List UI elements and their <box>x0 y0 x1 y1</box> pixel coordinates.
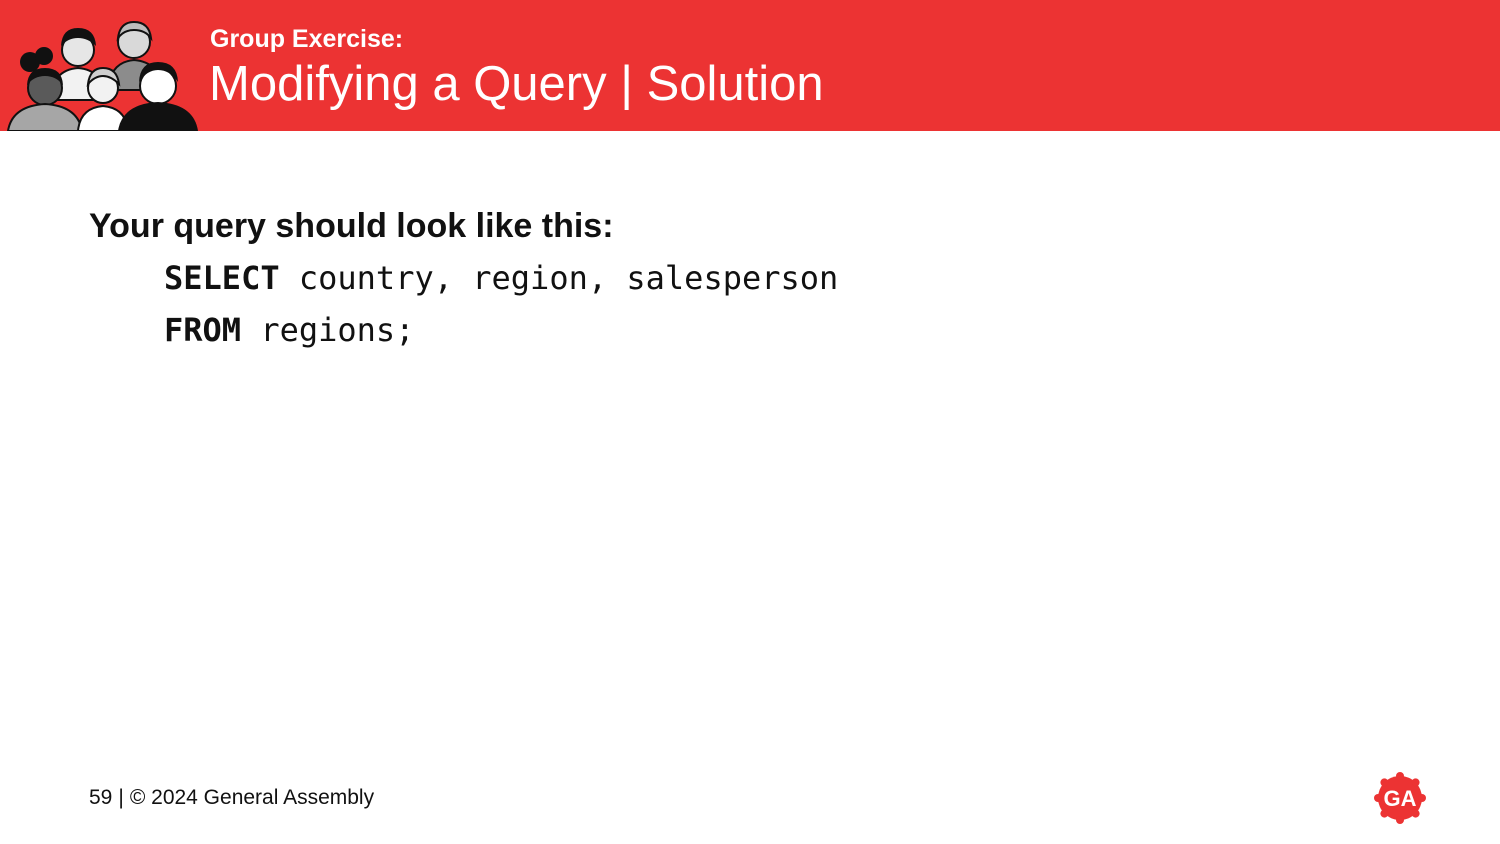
footer-separator: | <box>118 786 124 809</box>
code-text: regions; <box>241 311 415 349</box>
code-line-select: SELECT country, region, salesperson <box>164 258 838 298</box>
page-number: 59 <box>89 786 113 809</box>
intro-text: Your query should look like this: <box>89 207 614 245</box>
footer: 59 | © 2024 General Assembly <box>89 784 374 812</box>
code-line-from: FROM regions; <box>164 310 414 350</box>
general-assembly-logo-icon: GA <box>1374 772 1426 824</box>
slide: Group Exercise: Modifying a Query | Solu… <box>0 0 1500 844</box>
code-keyword: SELECT <box>164 259 280 297</box>
slide-title: Modifying a Query | Solution <box>209 57 824 111</box>
copyright-text: © 2024 General Assembly <box>129 786 375 809</box>
section-kicker: Group Exercise: <box>210 25 404 53</box>
code-keyword: FROM <box>164 311 242 349</box>
people-group-icon <box>6 20 198 131</box>
header-banner: Group Exercise: Modifying a Query | Solu… <box>0 0 1500 131</box>
logo-text: GA <box>1384 786 1417 811</box>
code-text: country, region, salesperson <box>279 259 839 297</box>
